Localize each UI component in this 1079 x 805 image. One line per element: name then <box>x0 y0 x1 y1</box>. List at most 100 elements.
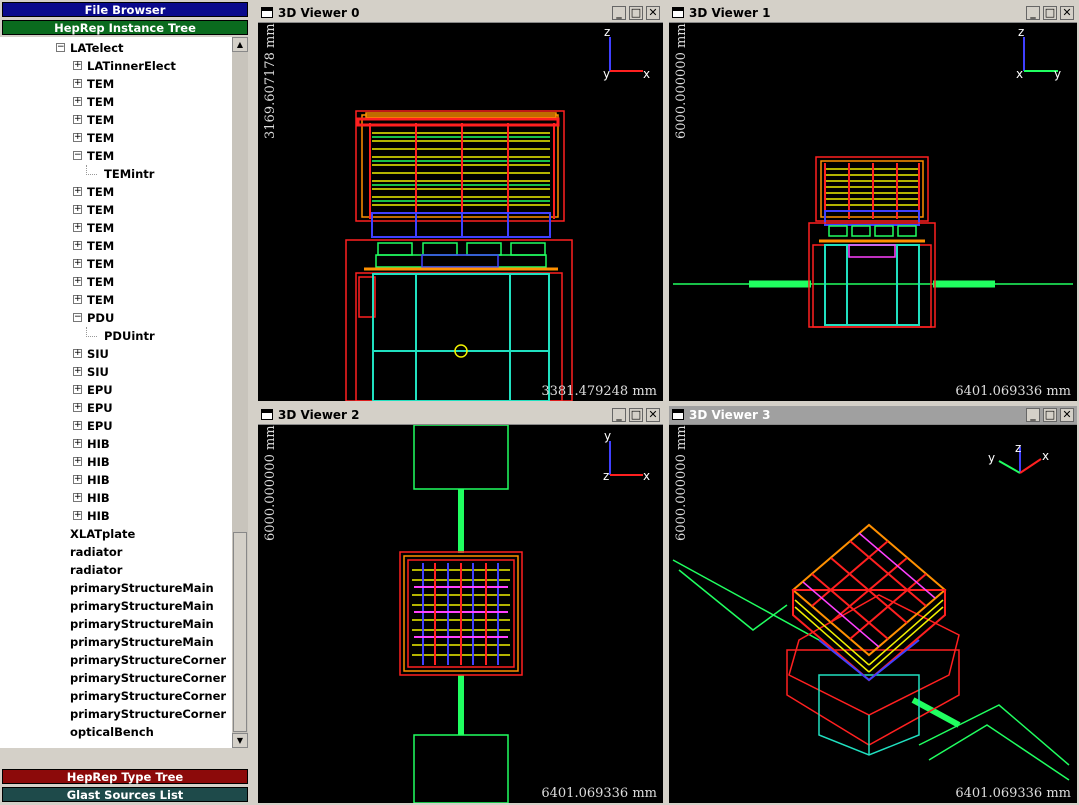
close-button[interactable]: ✕ <box>646 408 660 422</box>
viewer-2-titlebar[interactable]: 3D Viewer 2 _ □ ✕ <box>258 406 663 425</box>
maximize-button[interactable]: □ <box>1043 408 1057 422</box>
instance-tree-button[interactable]: HepRep Instance Tree <box>2 20 248 35</box>
collapse-icon[interactable]: − <box>73 151 82 160</box>
tree-node[interactable]: + TEM <box>73 75 114 93</box>
tree-node[interactable]: − TEM <box>73 147 114 165</box>
expand-icon[interactable]: + <box>73 205 82 214</box>
tree-node[interactable]: + EPU <box>73 399 113 417</box>
minimize-button[interactable]: _ <box>1026 408 1040 422</box>
expand-icon[interactable]: + <box>73 403 82 412</box>
tree-scrollbar[interactable]: ▲ ▼ <box>232 37 248 748</box>
expand-icon[interactable]: + <box>73 133 82 142</box>
close-button[interactable]: ✕ <box>1060 6 1074 20</box>
expand-icon[interactable]: + <box>73 79 82 88</box>
tree-node[interactable]: + TEM <box>73 201 114 219</box>
scroll-thumb[interactable] <box>233 532 247 732</box>
expand-icon[interactable]: + <box>73 421 82 430</box>
scroll-up-button[interactable]: ▲ <box>232 37 248 52</box>
expand-icon[interactable]: + <box>73 259 82 268</box>
tree-node[interactable]: + EPU <box>73 417 113 435</box>
tree-node[interactable]: primaryStructureCorner <box>56 669 226 687</box>
viewer-1[interactable]: 3D Viewer 1 _ □ ✕ z x y 6000.000000 mm 6… <box>669 4 1077 401</box>
tree-node-label: primaryStructureMain <box>70 617 214 631</box>
collapse-icon[interactable]: − <box>56 43 65 52</box>
tree-node[interactable]: TEMintr <box>86 165 155 183</box>
tree-node[interactable]: + HIB <box>73 507 110 525</box>
expand-icon[interactable]: + <box>73 61 82 70</box>
tree-node[interactable]: + TEM <box>73 219 114 237</box>
expand-icon[interactable]: + <box>73 385 82 394</box>
tree-node[interactable]: opticalBench <box>56 723 154 741</box>
tree-node[interactable]: + TEM <box>73 255 114 273</box>
viewer-3-titlebar[interactable]: 3D Viewer 3 _ □ ✕ <box>669 406 1077 425</box>
collapse-icon[interactable]: − <box>73 313 82 322</box>
viewer-0[interactable]: 3D Viewer 0 _ □ ✕ z y x 3169.607178 mm 3… <box>258 4 663 401</box>
expand-icon[interactable]: + <box>73 115 82 124</box>
tree-node-label: TEMintr <box>104 167 155 181</box>
viewer-1-canvas[interactable]: z x y 6000.000000 mm 6401.069336 mm <box>669 23 1077 401</box>
tree-node[interactable]: − PDU <box>73 309 114 327</box>
tree-node-label: TEM <box>87 95 115 109</box>
tree-node-label: XLATplate <box>70 527 136 541</box>
expand-icon[interactable]: + <box>73 277 82 286</box>
tree-node[interactable]: + HIB <box>73 453 110 471</box>
tree-node[interactable]: primaryStructureMain <box>56 615 214 633</box>
tree-node[interactable]: primaryStructureMain <box>56 579 214 597</box>
tree-node[interactable]: + EPU <box>73 381 113 399</box>
viewer-1-titlebar[interactable]: 3D Viewer 1 _ □ ✕ <box>669 4 1077 23</box>
viewer-2-canvas[interactable]: y z x 6000.000000 mm 6401.069336 mm <box>258 425 663 803</box>
tree-node[interactable]: radiator <box>56 561 122 579</box>
minimize-button[interactable]: _ <box>612 6 626 20</box>
minimize-button[interactable]: _ <box>612 408 626 422</box>
tree-node[interactable]: primaryStructureCorner <box>56 687 226 705</box>
tree-node[interactable]: primaryStructureCorner <box>56 705 226 723</box>
maximize-button[interactable]: □ <box>1043 6 1057 20</box>
tree-node[interactable]: radiator <box>56 543 122 561</box>
viewer-0-titlebar[interactable]: 3D Viewer 0 _ □ ✕ <box>258 4 663 23</box>
tree-node[interactable]: + SIU <box>73 345 109 363</box>
tree-node[interactable]: + HIB <box>73 435 110 453</box>
scroll-down-button[interactable]: ▼ <box>232 733 248 748</box>
close-button[interactable]: ✕ <box>1060 408 1074 422</box>
tree-node[interactable]: + HIB <box>73 489 110 507</box>
viewer-2[interactable]: 3D Viewer 2 _ □ ✕ y z x 6000.000000 mm 6… <box>258 406 663 803</box>
expand-icon[interactable]: + <box>73 439 82 448</box>
tree-node[interactable]: + TEM <box>73 129 114 147</box>
tree-node[interactable]: XLATplate <box>56 525 135 543</box>
tree-node[interactable]: + TEM <box>73 93 114 111</box>
tree-node[interactable]: + TEM <box>73 291 114 309</box>
expand-icon[interactable]: + <box>73 223 82 232</box>
tree-node[interactable]: + TEM <box>73 237 114 255</box>
viewer-3-canvas[interactable]: z y x 6000.000000 mm 6401.069336 mm <box>669 425 1077 803</box>
tree-node[interactable]: + TEM <box>73 273 114 291</box>
tree-node[interactable]: + SIU <box>73 363 109 381</box>
expand-icon[interactable]: + <box>73 187 82 196</box>
expand-icon[interactable]: + <box>73 457 82 466</box>
tree-node[interactable]: primaryStructureMain <box>56 633 214 651</box>
close-button[interactable]: ✕ <box>646 6 660 20</box>
maximize-button[interactable]: □ <box>629 6 643 20</box>
expand-icon[interactable]: + <box>73 511 82 520</box>
tree-node[interactable]: primaryStructureMain <box>56 597 214 615</box>
type-tree-button[interactable]: HepRep Type Tree <box>2 769 248 784</box>
sources-list-button[interactable]: Glast Sources List <box>2 787 248 802</box>
tree-node[interactable]: primaryStructureCorner <box>56 651 226 669</box>
tree-node[interactable]: − LATelect <box>56 39 124 57</box>
expand-icon[interactable]: + <box>73 97 82 106</box>
tree-node[interactable]: + LATinnerElect <box>73 57 176 75</box>
minimize-button[interactable]: _ <box>1026 6 1040 20</box>
file-browser-button[interactable]: File Browser <box>2 2 248 17</box>
tree-node[interactable]: PDUintr <box>86 327 155 345</box>
tree-node[interactable]: + TEM <box>73 111 114 129</box>
tree-node[interactable]: + HIB <box>73 471 110 489</box>
viewer-3[interactable]: 3D Viewer 3 _ □ ✕ z y x 6000.000000 mm 6… <box>669 406 1077 803</box>
expand-icon[interactable]: + <box>73 475 82 484</box>
expand-icon[interactable]: + <box>73 295 82 304</box>
expand-icon[interactable]: + <box>73 349 82 358</box>
maximize-button[interactable]: □ <box>629 408 643 422</box>
tree-node[interactable]: + TEM <box>73 183 114 201</box>
viewer-0-canvas[interactable]: z y x 3169.607178 mm 3381.479248 mm <box>258 23 663 401</box>
expand-icon[interactable]: + <box>73 241 82 250</box>
expand-icon[interactable]: + <box>73 493 82 502</box>
expand-icon[interactable]: + <box>73 367 82 376</box>
